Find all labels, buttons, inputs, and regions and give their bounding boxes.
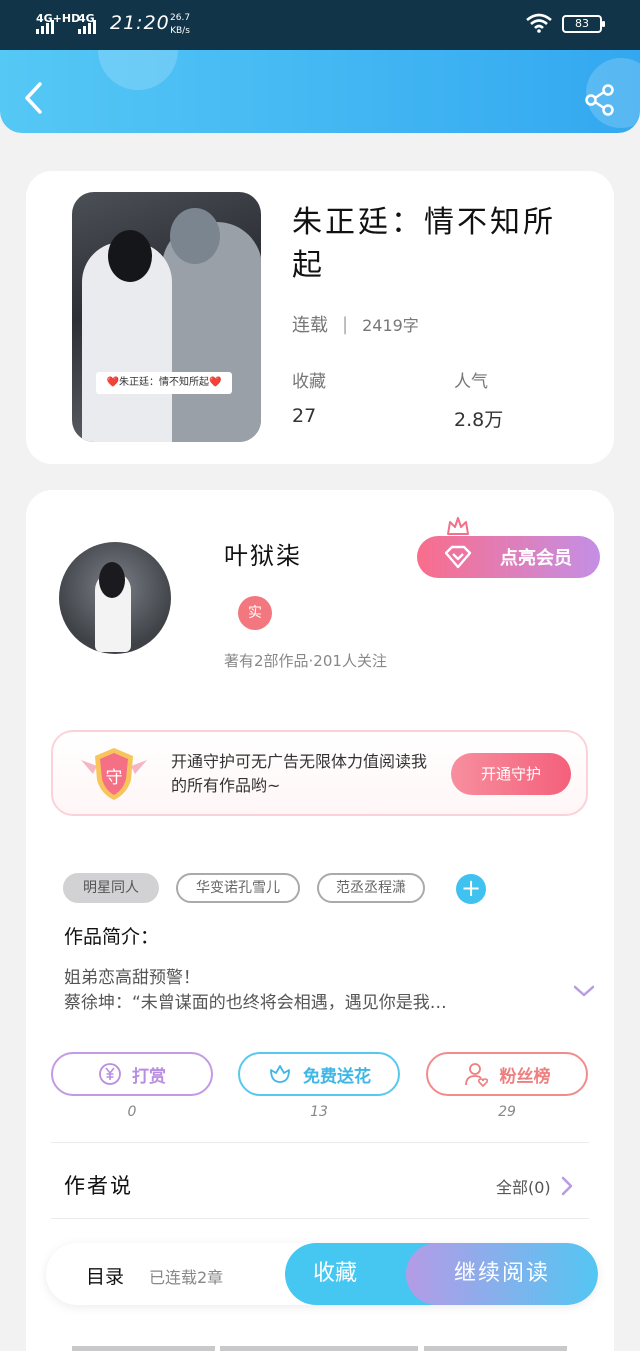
word-count: 2419字 — [362, 316, 419, 335]
author-meta: 著有2部作品·201人关注 — [224, 652, 387, 670]
guard-banner[interactable]: 守 开通守护可无广告无限体力值阅读我的所有作品哟~ 开通守护 — [51, 730, 588, 816]
crown-icon — [447, 517, 469, 535]
yen-icon — [99, 1063, 121, 1085]
continue-reading-button[interactable]: 继续阅读 — [406, 1243, 598, 1305]
add-tag-button[interactable]: + — [456, 874, 486, 904]
chevron-right-icon — [561, 1176, 572, 1196]
book-cover[interactable]: ❤️朱正廷：情不知所起❤️ — [72, 192, 261, 442]
back-arrow-icon[interactable] — [20, 80, 48, 116]
chapter-count: 已连载2章 — [149, 1268, 224, 1287]
collect-count: 27 — [292, 405, 317, 427]
guard-shield-icon: 守 — [81, 748, 147, 800]
intro-line: 蔡徐坤：“未曾谋面的也终将会相遇，遇见你是我… — [64, 993, 447, 1013]
author-say-title: 作者说 — [64, 1174, 133, 1198]
guard-shield-char: 守 — [106, 768, 123, 788]
verified-badge: 实 — [238, 596, 272, 630]
decorative-bubble — [98, 50, 178, 90]
avatar[interactable] — [59, 542, 171, 654]
signal-icon — [78, 20, 96, 34]
intro-line: 姐弟恋高甜预警！ — [64, 968, 200, 988]
fans-icon — [464, 1063, 488, 1087]
fans-rank-label: 粉丝榜 — [499, 1066, 551, 1087]
cover-figure — [170, 208, 220, 264]
tag-item[interactable]: 范丞丞程潇 — [317, 873, 425, 903]
wifi-icon — [526, 13, 552, 33]
flower-icon — [270, 1065, 290, 1083]
vip-button[interactable]: 点亮会员 — [417, 536, 600, 578]
fans-count: 29 — [498, 1104, 516, 1120]
avatar-figure — [99, 562, 125, 598]
bottom-edge-strip — [424, 1346, 567, 1351]
collect-label: 收藏 — [292, 372, 326, 392]
bottom-edge-strip — [220, 1346, 418, 1351]
cover-caption: ❤️朱正廷：情不知所起❤️ — [96, 372, 232, 394]
meta-separator: | — [342, 313, 349, 335]
book-info-card: ❤️朱正廷：情不知所起❤️ 朱正廷：情不知所起 连载 | 2419字 收藏 27… — [26, 171, 614, 464]
send-flower-label: 免费送花 — [303, 1066, 371, 1087]
signal-icon — [36, 20, 54, 34]
intro-label: 作品简介： — [64, 926, 160, 948]
speed-unit: KB/s — [170, 26, 190, 36]
bottom-edge-strip — [72, 1346, 215, 1351]
cover-figure — [108, 230, 152, 282]
popularity-count: 2.8万 — [454, 409, 504, 431]
top-nav-bar — [0, 50, 640, 133]
reward-label: 打赏 — [132, 1066, 166, 1087]
author-name[interactable]: 叶狱柒 — [224, 536, 302, 571]
reward-button[interactable]: 打赏 — [51, 1052, 213, 1096]
open-guard-button[interactable]: 开通守护 — [451, 753, 571, 795]
speed-value: 26.7 — [170, 13, 191, 23]
bottom-action-bar: 目录 已连载2章 收藏 继续阅读 — [46, 1243, 598, 1305]
share-icon[interactable] — [584, 84, 616, 116]
author-say-all-link[interactable]: 全部(0) — [496, 1174, 573, 1198]
vip-button-label: 点亮会员 — [500, 548, 572, 569]
network-speed: 26.7 KB/s — [170, 12, 190, 38]
tag-item[interactable]: 明星同人 — [63, 873, 159, 903]
reward-count: 0 — [127, 1104, 137, 1120]
divider — [51, 1142, 589, 1143]
intro-text: 姐弟恋高甜预警！ 蔡徐坤：“未曾谋面的也终将会相遇，遇见你是我… — [64, 966, 544, 1016]
status-bar: 4G+HD 4G 21:20 26.7 KB/s 83 — [0, 0, 640, 50]
battery-icon: 83 — [562, 15, 605, 33]
tag-item[interactable]: 华变诺孔雪儿 — [176, 873, 300, 903]
toc-button[interactable]: 目录 — [86, 1262, 124, 1289]
guard-text: 开通守护可无广告无限体力值阅读我的所有作品哟~ — [171, 752, 428, 795]
serial-status: 连载 — [292, 315, 328, 336]
diamond-icon — [444, 545, 472, 569]
divider — [51, 1218, 589, 1219]
author-detail-card: 叶狱柒 实 著有2部作品·201人关注 点亮会员 守 开通守护可无广告无限体力值… — [26, 490, 614, 1351]
popularity-label: 人气 — [454, 372, 488, 392]
chevron-down-icon[interactable] — [572, 984, 596, 998]
book-title: 朱正廷：情不知所起 — [292, 205, 556, 283]
book-meta: 连载 | 2419字 — [292, 311, 419, 337]
send-flower-button[interactable]: 免费送花 — [238, 1052, 400, 1096]
flower-count: 13 — [310, 1104, 328, 1120]
all-link-label: 全部(0) — [496, 1178, 551, 1197]
fans-rank-button[interactable]: 粉丝榜 — [426, 1052, 588, 1096]
clock: 21:20 — [110, 12, 170, 34]
